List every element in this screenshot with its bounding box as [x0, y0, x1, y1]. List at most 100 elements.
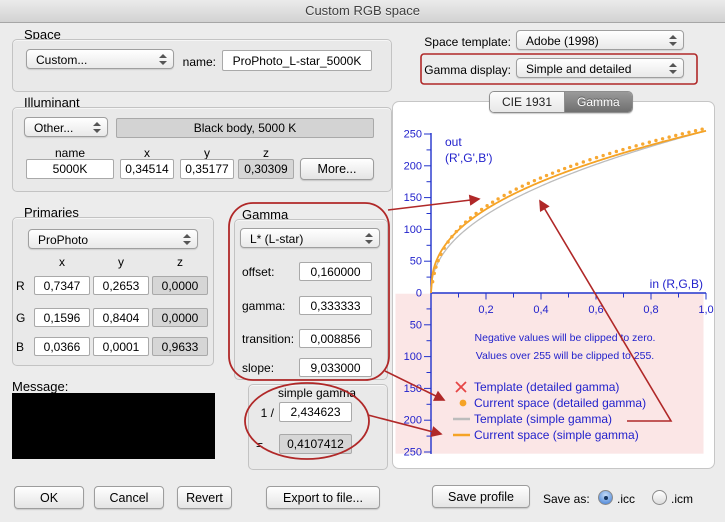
illuminant-description: Black body, 5000 K [116, 118, 374, 138]
gamma-chart: 50 50 100 100 150 150 200 200 250 250 0 0,2 0,4 0,6 0,… [395, 127, 714, 459]
illuminant-y-header: y [204, 146, 210, 160]
svg-text:Current space (detailed gamma): Current space (detailed gamma) [474, 396, 646, 410]
view-tabbar: CIE 1931 Gamma [489, 91, 633, 113]
popup-arrows-icon [93, 121, 101, 133]
svg-text:Values over 255 will be clippe: Values over 255 will be clipped to 255. [476, 350, 654, 362]
gamma-popup[interactable]: L* (L-star) [240, 228, 380, 248]
svg-text:Negative values will be clippe: Negative values will be clipped to zero. [475, 332, 656, 344]
illuminant-popup-value: Other... [34, 121, 74, 135]
name-label: name: [182, 55, 216, 69]
primaries-x-header: x [59, 255, 65, 269]
popup-arrows-icon [159, 53, 167, 65]
svg-text:200: 200 [404, 415, 422, 427]
primaries-row-label-r: R [16, 279, 25, 293]
illuminant-y-input[interactable] [180, 159, 234, 179]
more-button[interactable]: More... [300, 158, 374, 180]
primaries-row-label-b: B [16, 340, 25, 354]
primaries-y-header: y [118, 255, 124, 269]
svg-text:Template (detailed gamma): Template (detailed gamma) [474, 380, 619, 394]
radio-icc-label: .icc [617, 492, 635, 506]
svg-text:250: 250 [404, 447, 422, 459]
illuminant-z-field [238, 159, 294, 179]
save-as-label: Save as: [543, 492, 590, 506]
illuminant-x-header: x [144, 146, 150, 160]
title-bar: Custom RGB space [0, 0, 725, 23]
space-popup[interactable]: Custom... [26, 49, 174, 69]
svg-text:in (R,G,B): in (R,G,B) [650, 277, 703, 291]
svg-text:0,4: 0,4 [533, 304, 548, 316]
svg-text:200: 200 [404, 160, 422, 172]
illuminant-name-header: name [54, 146, 86, 160]
primaries-z-header: z [177, 255, 183, 269]
popup-arrows-icon [183, 233, 191, 245]
revert-button[interactable]: Revert [177, 486, 232, 509]
radio-icc[interactable] [598, 490, 613, 505]
svg-text:100: 100 [404, 351, 422, 363]
simple-gamma-result-field [279, 434, 352, 454]
primaries-b-x-input[interactable] [34, 337, 90, 356]
primaries-popup[interactable]: ProPhoto [28, 229, 198, 249]
simple-gamma-numerator-label: 1 / [260, 406, 274, 420]
primaries-g-z-field [152, 308, 208, 327]
primaries-b-z-field [152, 337, 208, 356]
space-popup-value: Custom... [36, 53, 88, 67]
gamma-display-value: Simple and detailed [526, 62, 632, 76]
primaries-g-y-input[interactable] [93, 308, 149, 327]
popup-arrows-icon [365, 232, 373, 244]
illuminant-z-header: z [263, 146, 269, 160]
svg-text:0,6: 0,6 [588, 304, 603, 316]
gamma-display-label: Gamma display: [424, 63, 511, 77]
ok-button[interactable]: OK [14, 486, 84, 509]
export-to-file-button[interactable]: Export to file... [266, 486, 380, 509]
cancel-button[interactable]: Cancel [94, 486, 164, 509]
custom-rgb-space-dialog: Custom RGB space Space Custom... name: S… [0, 0, 725, 522]
svg-text:1,0: 1,0 [698, 304, 713, 316]
svg-text:0,8: 0,8 [643, 304, 658, 316]
svg-text:50: 50 [410, 319, 422, 331]
gamma-gamma-label: gamma: [242, 299, 286, 313]
svg-text:250: 250 [404, 129, 422, 141]
primaries-r-z-field [152, 276, 208, 295]
illuminant-popup[interactable]: Other... [24, 117, 108, 137]
svg-text:0: 0 [416, 288, 422, 300]
svg-text:100: 100 [404, 224, 422, 236]
primaries-row-label-g: G [16, 311, 26, 325]
gamma-transition-input[interactable] [299, 329, 372, 348]
svg-text:50: 50 [410, 256, 422, 268]
gamma-slope-label: slope: [242, 361, 275, 375]
svg-text:0,2: 0,2 [478, 304, 493, 316]
tab-gamma[interactable]: Gamma [565, 92, 632, 112]
svg-text:out: out [445, 135, 462, 149]
gamma-offset-label: offset: [242, 265, 275, 279]
simple-gamma-input[interactable] [279, 402, 352, 422]
tab-cie-1931[interactable]: CIE 1931 [490, 92, 566, 112]
save-profile-button[interactable]: Save profile [432, 485, 530, 508]
primaries-g-x-input[interactable] [34, 308, 90, 327]
illuminant-name-input[interactable] [26, 159, 114, 179]
simple-gamma-equals-label: = [256, 438, 264, 452]
gamma-offset-input[interactable] [299, 262, 372, 281]
gamma-transition-label: transition: [242, 332, 295, 346]
space-template-popup[interactable]: Adobe (1998) [516, 30, 684, 50]
gamma-display-popup[interactable]: Simple and detailed [516, 58, 684, 78]
chart-panel: 50 50 100 100 150 150 200 200 250 250 0 0,2 0,4 0,6 0,… [392, 101, 715, 469]
svg-text:Current space (simple gamma): Current space (simple gamma) [474, 428, 639, 442]
window-title: Custom RGB space [305, 3, 420, 18]
message-label: Message: [12, 379, 69, 394]
gamma-slope-input[interactable] [299, 358, 372, 377]
primaries-r-y-input[interactable] [93, 276, 149, 295]
primaries-b-y-input[interactable] [93, 337, 149, 356]
gamma-gamma-input[interactable] [299, 296, 372, 315]
space-name-input[interactable] [222, 50, 372, 71]
radio-icm-label: .icm [671, 492, 693, 506]
svg-text:150: 150 [404, 192, 422, 204]
svg-text:150: 150 [404, 383, 422, 395]
popup-arrows-icon [669, 34, 677, 46]
primaries-popup-value: ProPhoto [38, 233, 89, 247]
popup-arrows-icon [669, 62, 677, 74]
gamma-popup-value: L* (L-star) [250, 232, 304, 246]
svg-text:Template (simple gamma): Template (simple gamma) [474, 412, 612, 426]
illuminant-x-input[interactable] [120, 159, 174, 179]
radio-icm[interactable] [652, 490, 667, 505]
primaries-r-x-input[interactable] [34, 276, 90, 295]
